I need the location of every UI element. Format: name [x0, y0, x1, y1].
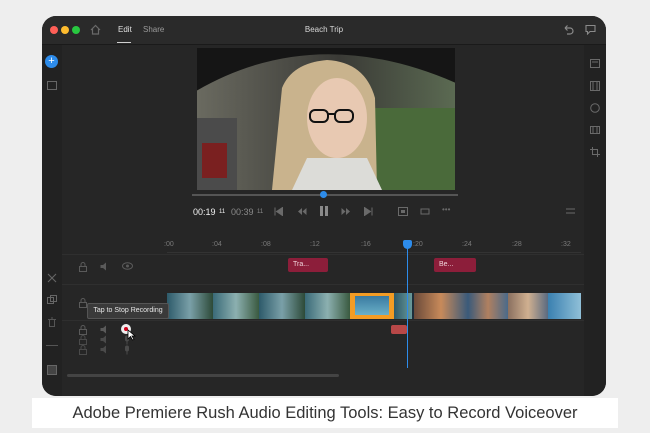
crop-icon[interactable]: [590, 147, 600, 157]
mouse-cursor-icon: [127, 329, 136, 341]
menu-icon[interactable]: [566, 208, 575, 214]
ruler-tick: :00: [164, 241, 174, 248]
lock-icon[interactable]: [79, 262, 87, 272]
lock-icon[interactable]: [79, 325, 87, 335]
app-window: Edit Share Beach Trip + 00:19 11 00:39 1…: [42, 16, 606, 396]
ruler-tick: :24: [462, 241, 472, 248]
mic-icon[interactable]: [124, 345, 130, 355]
left-toolbar: +: [42, 45, 62, 396]
loop-icon[interactable]: [420, 207, 430, 216]
audio-clip[interactable]: [391, 325, 407, 334]
video-clip-thumbnail[interactable]: [414, 293, 468, 319]
scissors-icon[interactable]: [47, 273, 57, 283]
playhead-handle[interactable]: [403, 240, 412, 249]
ruler-tick: :16: [361, 241, 371, 248]
pause-icon[interactable]: [320, 206, 328, 216]
lock-icon[interactable]: [79, 298, 87, 308]
ruler-tick: :28: [512, 241, 522, 248]
eye-icon[interactable]: [122, 262, 133, 270]
video-clip-thumbnail[interactable]: [305, 293, 350, 319]
step-back-icon[interactable]: [297, 207, 307, 216]
step-forward-icon[interactable]: [341, 207, 351, 216]
selected-clip-thumbnail: [355, 296, 389, 315]
speaker-icon[interactable]: [100, 335, 110, 344]
selected-video-clip[interactable]: [350, 293, 394, 319]
comment-icon[interactable]: [585, 24, 596, 35]
video-clip-thumbnail[interactable]: [508, 293, 548, 319]
project-title: Beach Trip: [304, 25, 344, 34]
ruler-tick: :12: [310, 241, 320, 248]
video-clip-thumbnail[interactable]: [213, 293, 259, 319]
speaker-icon[interactable]: [100, 345, 110, 354]
title-clip[interactable]: Be...: [434, 258, 476, 272]
ruler-tick: :20: [413, 241, 423, 248]
ruler-tick: :08: [261, 241, 271, 248]
active-tab-indicator: [117, 42, 131, 43]
timeline-scrollbar[interactable]: [67, 374, 339, 377]
media-icon[interactable]: [47, 81, 57, 90]
current-time: 00:19: [193, 207, 216, 217]
playhead-line: [407, 246, 408, 368]
current-frames: 11: [219, 209, 226, 215]
speaker-icon[interactable]: [100, 262, 110, 271]
total-frames: 11: [257, 209, 264, 215]
video-preview[interactable]: [197, 48, 455, 190]
track-audio: [62, 320, 584, 361]
ruler-tick: :04: [212, 241, 222, 248]
add-icon[interactable]: +: [45, 55, 58, 68]
speed-icon[interactable]: [590, 125, 600, 135]
trash-icon[interactable]: [47, 317, 57, 327]
go-to-start-icon[interactable]: [274, 207, 283, 216]
transport-controls: [274, 206, 374, 218]
divider: [46, 345, 58, 346]
speaker-icon[interactable]: [100, 325, 110, 334]
duplicate-icon[interactable]: [47, 295, 57, 305]
video-clip-thumbnail[interactable]: [468, 293, 508, 319]
video-clip-thumbnail[interactable]: [167, 293, 213, 319]
record-tooltip: Tap to Stop Recording: [87, 303, 169, 319]
titles-icon[interactable]: [590, 59, 600, 68]
lock-icon[interactable]: [79, 345, 87, 355]
caption-text: Adobe Premiere Rush Audio Editing Tools:…: [32, 398, 618, 428]
go-to-end-icon[interactable]: [364, 207, 373, 216]
scrub-handle[interactable]: [320, 191, 327, 198]
video-clip-thumbnail[interactable]: [394, 293, 412, 319]
video-clip-thumbnail[interactable]: [548, 293, 581, 319]
color-icon[interactable]: [590, 103, 600, 113]
timeline-icon[interactable]: [47, 365, 57, 375]
ruler-tick: :32: [561, 241, 571, 248]
title-bar: Edit Share Beach Trip: [42, 16, 606, 45]
title-clip[interactable]: Tra...: [288, 258, 328, 272]
video-clip-thumbnail[interactable]: [259, 293, 305, 319]
preview-frame-image: [197, 48, 455, 190]
transitions-icon[interactable]: [590, 81, 600, 91]
lock-icon[interactable]: [79, 335, 87, 345]
undo-icon[interactable]: [562, 24, 574, 35]
total-time: 00:39: [231, 207, 254, 217]
right-toolbar: [584, 45, 606, 396]
fit-icon[interactable]: [398, 207, 408, 216]
more-icon[interactable]: •••: [442, 205, 450, 214]
